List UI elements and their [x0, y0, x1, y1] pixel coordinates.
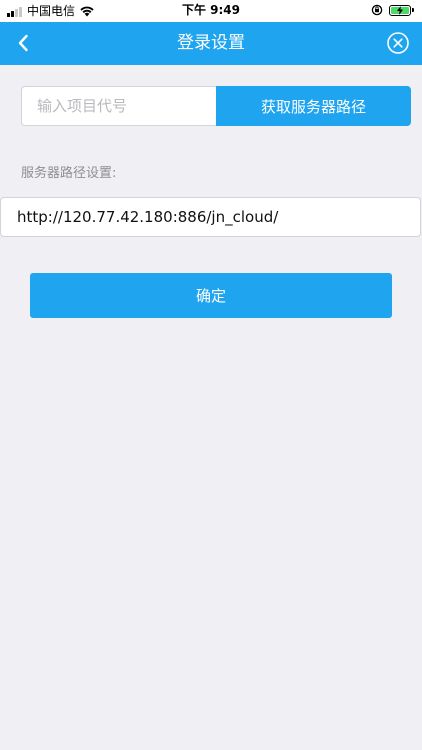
confirm-button[interactable]: 确定 — [30, 273, 392, 318]
fetch-server-path-button[interactable]: 获取服务器路径 — [216, 86, 411, 126]
battery-tip — [412, 8, 414, 12]
chevron-left-icon[interactable] — [12, 31, 36, 55]
charging-bolt-icon — [397, 5, 403, 15]
battery-icon — [389, 4, 411, 16]
page-title: 登录设置 — [177, 33, 245, 53]
status-right — [371, 4, 414, 16]
status-time: 下午 9:49 — [181, 3, 241, 17]
server-path-label: 服务器路径设置: — [21, 166, 117, 181]
project-code-input[interactable] — [21, 86, 217, 126]
close-circle-icon[interactable] — [386, 31, 410, 55]
server-path-input[interactable] — [0, 197, 421, 237]
nav-bar: 登录设置 — [0, 22, 422, 65]
battery-level — [391, 5, 409, 15]
orientation-lock-icon — [371, 4, 383, 16]
status-bar: 中国电信 下午 9:49 — [0, 0, 422, 22]
